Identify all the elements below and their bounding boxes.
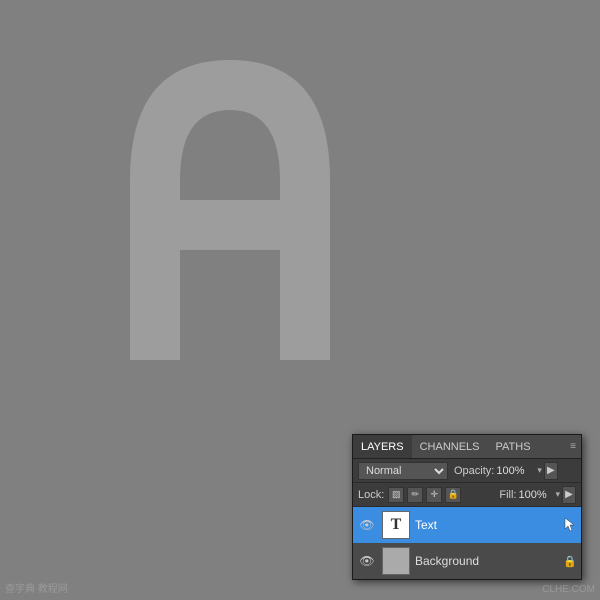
layer-name-background: Background bbox=[415, 554, 559, 568]
lock-image-btn[interactable]: ✏ bbox=[407, 487, 423, 503]
fill-label: Fill: bbox=[499, 489, 516, 501]
watermark-right: CLHE.COM bbox=[542, 584, 595, 595]
opacity-label: Opacity: bbox=[454, 465, 494, 477]
layer-thumbnail-text: T bbox=[382, 511, 410, 539]
watermark-left: 查字典 教程网 bbox=[5, 580, 68, 595]
lock-transparent-btn[interactable]: ▨ bbox=[388, 487, 404, 503]
tab-layers[interactable]: LAYERS bbox=[353, 435, 412, 458]
tab-paths[interactable]: PATHS bbox=[488, 435, 539, 458]
blend-mode-select[interactable]: Normal Multiply Screen bbox=[358, 462, 448, 480]
panel-tabs: LAYERS CHANNELS PATHS ≡ bbox=[353, 435, 581, 459]
lock-position-btn[interactable]: ✛ bbox=[426, 487, 442, 503]
layer-row-text[interactable]: 👁 T Text bbox=[353, 507, 581, 543]
letter-a-shape bbox=[120, 50, 340, 360]
layer-visibility-background[interactable]: 👁 bbox=[357, 551, 377, 571]
fill-dropdown-arrow[interactable]: ▾ bbox=[555, 489, 560, 500]
lock-all-btn[interactable]: 🔒 bbox=[445, 487, 461, 503]
layers-panel: LAYERS CHANNELS PATHS ≡ Normal Multiply … bbox=[352, 434, 582, 580]
layer-lock-background: 🔒 bbox=[563, 555, 577, 568]
blend-mode-row: Normal Multiply Screen Opacity: 100% ▾ ▶ bbox=[353, 459, 581, 483]
lock-label: Lock: bbox=[358, 489, 384, 501]
panel-menu-icon[interactable]: ≡ bbox=[565, 435, 581, 458]
lock-row: Lock: ▨ ✏ ✛ 🔒 Fill: 100% ▾ ▶ bbox=[353, 483, 581, 507]
layer-row-background[interactable]: 👁 Background 🔒 bbox=[353, 543, 581, 579]
tab-channels[interactable]: CHANNELS bbox=[412, 435, 488, 458]
layer-name-text: Text bbox=[415, 518, 561, 532]
fill-increment-btn[interactable]: ▶ bbox=[562, 486, 576, 504]
opacity-dropdown-arrow[interactable]: ▾ bbox=[537, 465, 542, 476]
layer-visibility-text[interactable]: 👁 bbox=[357, 515, 377, 535]
layers-list: 👁 T Text 👁 Background 🔒 bbox=[353, 507, 581, 579]
opacity-value: 100% bbox=[496, 465, 536, 477]
fill-value: 100% bbox=[518, 489, 554, 501]
lock-icons: ▨ ✏ ✛ 🔒 bbox=[388, 487, 461, 503]
cursor-icon bbox=[563, 517, 577, 533]
canvas: LAYERS CHANNELS PATHS ≡ Normal Multiply … bbox=[0, 0, 600, 600]
opacity-increment-btn[interactable]: ▶ bbox=[544, 462, 558, 480]
layer-thumbnail-background bbox=[382, 547, 410, 575]
